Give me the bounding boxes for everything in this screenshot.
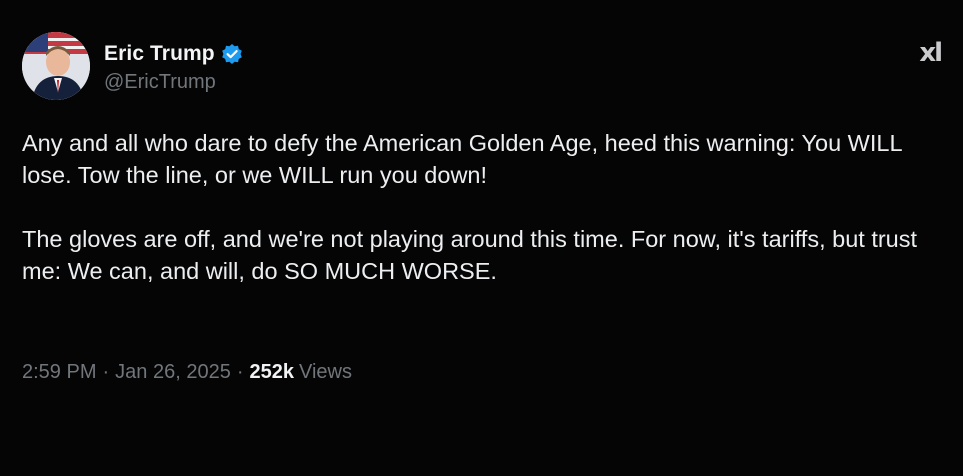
- tweet-card: Eric Trump @EricTrump xl Any and all who…: [0, 0, 963, 476]
- views-label: Views: [298, 361, 352, 383]
- meta-separator: ·: [102, 361, 110, 383]
- tweet-paragraph: The gloves are off, and we're not playin…: [22, 226, 918, 284]
- x-logo-icon[interactable]: xl: [919, 38, 943, 68]
- tweet-header: Eric Trump @EricTrump: [22, 32, 243, 100]
- author-handle[interactable]: @EricTrump: [104, 71, 243, 94]
- tweet-date[interactable]: Jan 26, 2025: [115, 361, 231, 384]
- name-row: Eric Trump: [104, 39, 243, 69]
- views-count: 252k: [249, 361, 294, 383]
- avatar[interactable]: [22, 32, 90, 100]
- tweet-time[interactable]: 2:59 PM: [22, 361, 96, 384]
- tweet-paragraph: Any and all who dare to defy the America…: [22, 130, 902, 188]
- author-names: Eric Trump @EricTrump: [104, 39, 243, 94]
- meta-separator: ·: [236, 361, 244, 383]
- verified-badge-icon: [221, 43, 243, 65]
- tweet-meta: 2:59 PM · Jan 26, 2025 · 252k Views: [22, 361, 352, 384]
- tweet-body: Any and all who dare to defy the America…: [22, 127, 942, 287]
- avatar-photo: [22, 32, 90, 100]
- author-display-name[interactable]: Eric Trump: [104, 42, 215, 66]
